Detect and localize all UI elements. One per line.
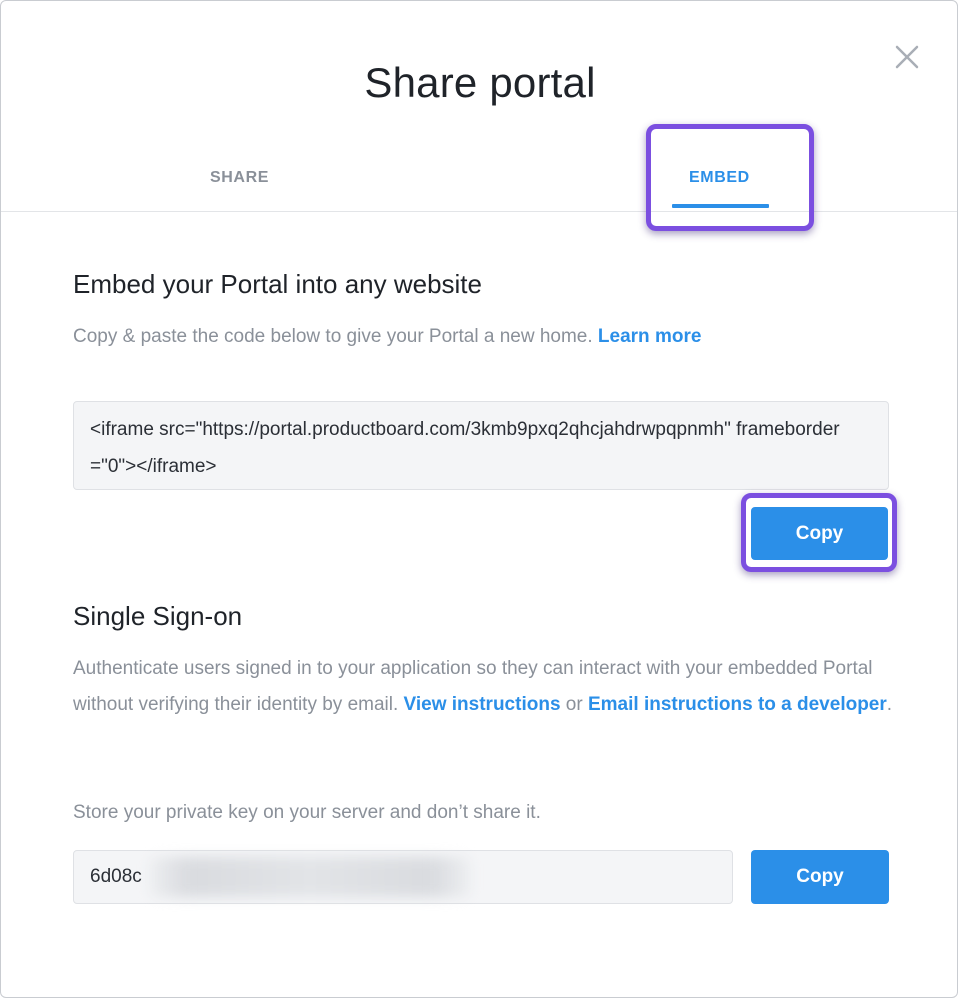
- or-text: or: [560, 694, 588, 715]
- active-tab-indicator: [672, 204, 769, 208]
- copy-embed-code-button[interactable]: Copy: [751, 507, 888, 560]
- learn-more-link[interactable]: Learn more: [598, 326, 701, 347]
- sso-section-title: Single Sign-on: [73, 601, 243, 631]
- private-key-redaction: [149, 857, 471, 897]
- tab-bar: SHARE EMBED: [1, 149, 957, 212]
- embed-description-text: Copy & paste the code below to give your…: [73, 326, 593, 347]
- share-portal-modal: Share portal SHARE EMBED Embed your Port…: [0, 0, 958, 998]
- store-key-note: Store your private key on your server an…: [73, 802, 541, 823]
- period-text: .: [886, 694, 893, 715]
- modal-title: Share portal: [364, 59, 596, 106]
- embed-code-box[interactable]: <iframe src="https://portal.productboard…: [73, 401, 889, 490]
- embed-section-title: Embed your Portal into any website: [73, 269, 482, 299]
- view-instructions-link[interactable]: View instructions: [404, 694, 561, 715]
- embed-description: Copy & paste the code below to give your…: [73, 319, 893, 355]
- tab-embed[interactable]: EMBED: [689, 169, 750, 187]
- tab-share[interactable]: SHARE: [210, 169, 269, 187]
- sso-description: Authenticate users signed in to your app…: [73, 651, 893, 723]
- private-key-value: 6d08c: [90, 866, 142, 887]
- copy-private-key-button[interactable]: Copy: [751, 850, 889, 904]
- email-instructions-link[interactable]: Email instructions to a developer: [588, 694, 887, 715]
